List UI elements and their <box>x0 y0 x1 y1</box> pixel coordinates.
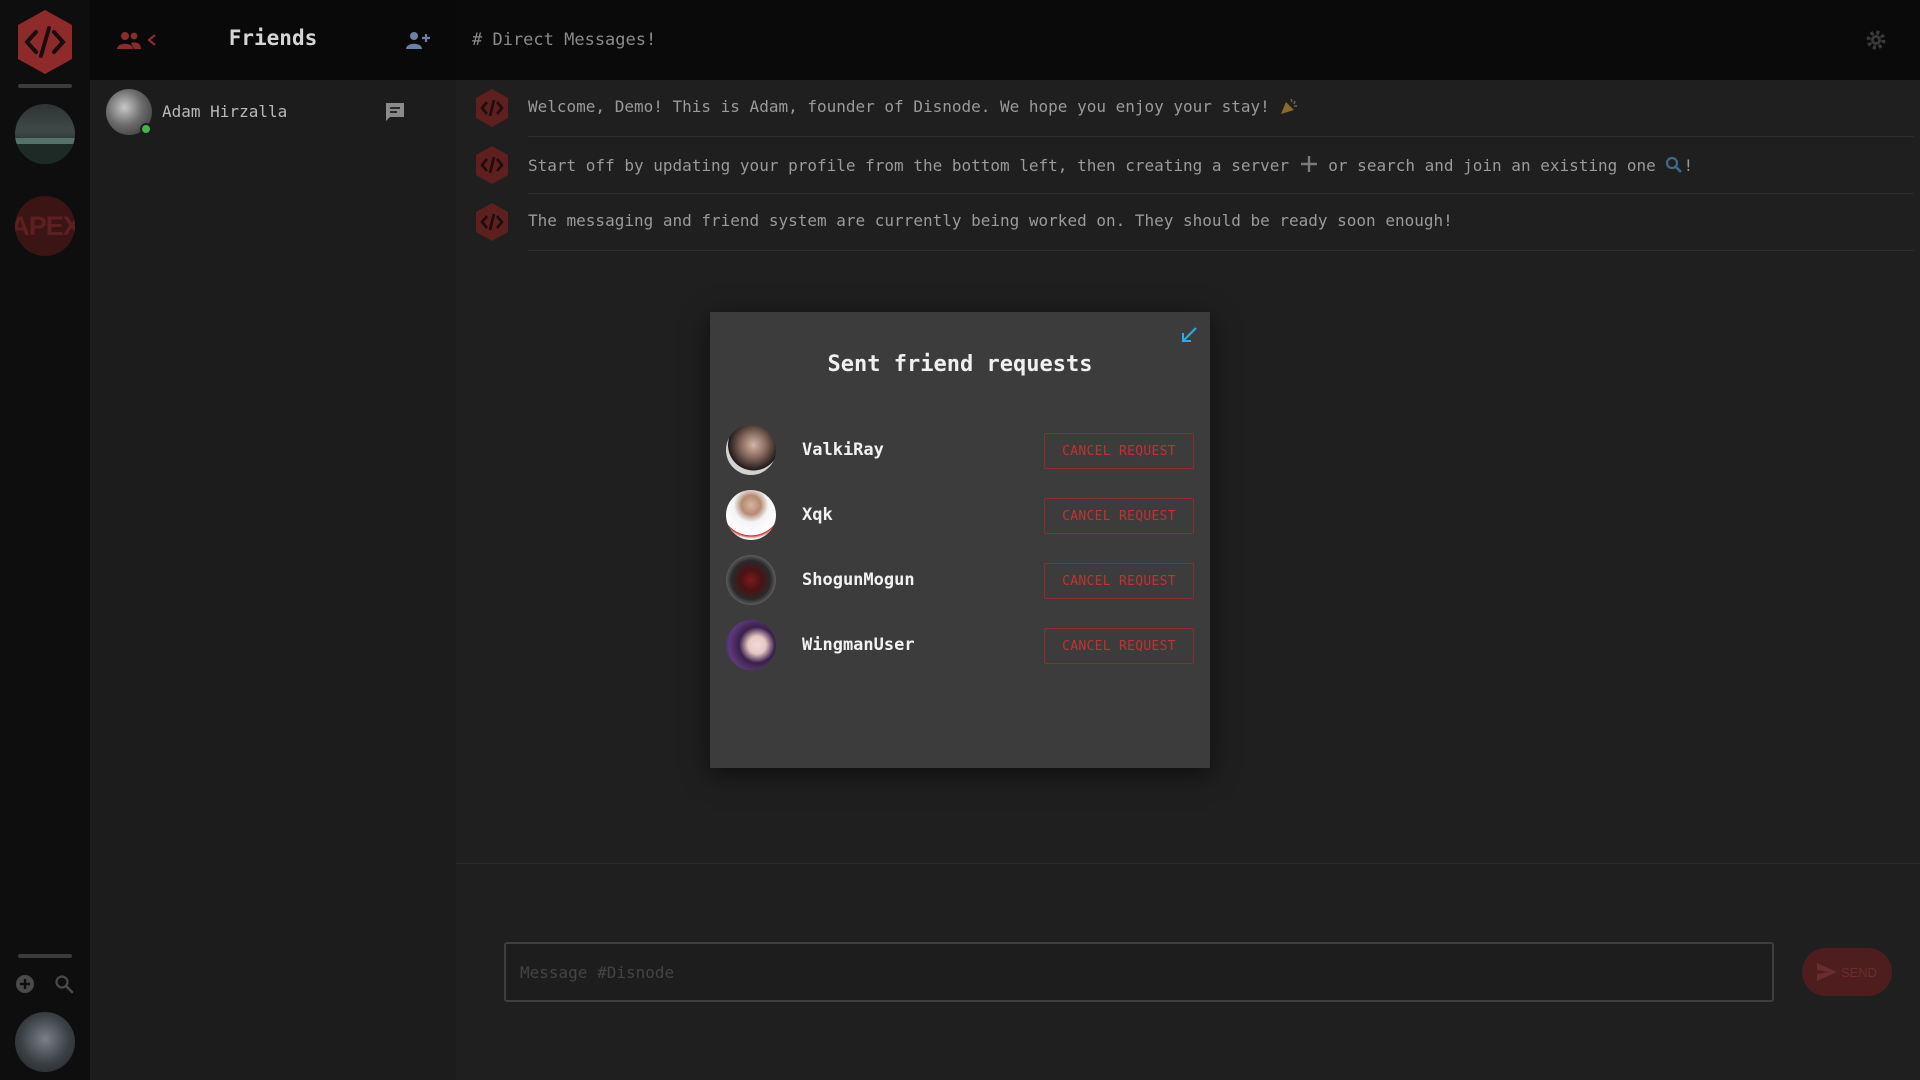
cancel-request-button[interactable]: CANCEL REQUEST <box>1044 498 1194 534</box>
request-row: ShogunMogun CANCEL REQUEST <box>726 555 1196 607</box>
app-root: APEX Friends Adam Hirzalla # Direct Mess… <box>0 0 1920 1080</box>
close-modal-icon[interactable] <box>1178 324 1200 346</box>
request-row: WingmanUser CANCEL REQUEST <box>726 620 1196 672</box>
request-username: ValkiRay <box>802 440 884 460</box>
request-row: ValkiRay CANCEL REQUEST <box>726 425 1196 477</box>
request-username: Xqk <box>802 505 833 525</box>
cancel-request-button[interactable]: CANCEL REQUEST <box>1044 563 1194 599</box>
cancel-request-button[interactable]: CANCEL REQUEST <box>1044 628 1194 664</box>
request-username: WingmanUser <box>802 635 915 655</box>
modal-overlay: Sent friend requests ValkiRay CANCEL REQ… <box>0 0 1920 1080</box>
request-avatar <box>726 555 776 605</box>
cancel-request-button[interactable]: CANCEL REQUEST <box>1044 433 1194 469</box>
request-avatar <box>726 425 776 475</box>
request-avatar <box>726 620 776 670</box>
modal-title: Sent friend requests <box>827 352 1093 377</box>
request-username: ShogunMogun <box>802 570 915 590</box>
request-row: Xqk CANCEL REQUEST <box>726 490 1196 542</box>
request-avatar <box>726 490 776 540</box>
sent-requests-modal: Sent friend requests ValkiRay CANCEL REQ… <box>710 312 1210 768</box>
